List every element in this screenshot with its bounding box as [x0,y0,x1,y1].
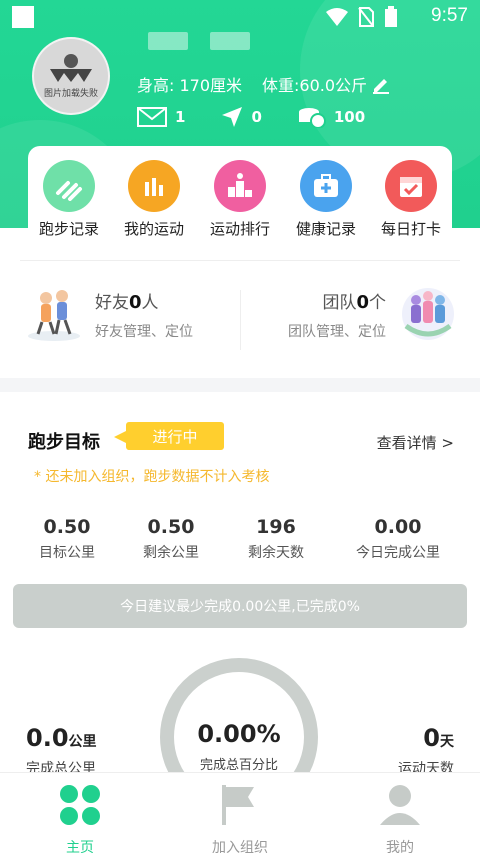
coins-count: 100 [333,108,366,126]
friends-illustration-icon [28,290,80,341]
bar-chart-icon [128,160,180,212]
podium-icon [214,160,266,212]
divider [20,260,460,261]
no-sim-icon [358,7,374,27]
bottom-tab-bar: 主页 加入组织 我的 [0,772,480,853]
running-icon [43,160,95,212]
wifi-icon [326,8,348,26]
tab-home[interactable]: 主页 [20,783,140,853]
friends-unit: 人 [141,293,159,313]
total-km-unit: 公里 [68,734,97,750]
metric-remaining-days: 196 剩余天数 [248,516,304,561]
messages-stat[interactable]: 1 [137,107,185,127]
user-icon [380,785,420,825]
tab-mine[interactable]: 我的 [340,783,460,853]
friends-entry[interactable]: 好友0人 好友管理、定位 [20,282,240,352]
goal-title: 跑步目标 [28,432,100,453]
team-illustration-icon [402,288,454,340]
team-subtitle: 团队管理、定位 [288,324,386,340]
location-arrow-icon [222,107,243,127]
coins-icon [298,108,326,128]
avatar-fallback-text: 图片加载失败 [43,89,98,99]
total-km: 0.0公里 完成总公里 [26,724,97,778]
messages-count: 1 [175,108,186,126]
notification-icon [12,6,34,28]
total-km-value: 0.0 [26,724,69,752]
feature-ranking[interactable]: 运动排行 [196,160,284,239]
status-badge: 进行中 [114,422,224,450]
weight-text: 体重:60.0公斤 [262,76,368,95]
organization-notice: * 还未加入组织，跑步数据不计入考核 [34,469,270,485]
body-info: 身高: 170厘米 体重:60.0公斤 [137,72,391,96]
tab-mine-label: 我的 [386,840,414,853]
feature-health-record[interactable]: 健康记录 [282,160,370,239]
height-text: 身高: 170厘米 [137,76,243,95]
team-count: 0 [356,292,369,313]
username-mask [148,32,188,50]
team-unit: 个 [369,293,386,313]
view-details-link[interactable]: 查看详情 > [377,432,454,453]
status-bar: 9:57 [0,0,480,34]
days-value: 0 [423,724,440,752]
feature-running-record[interactable]: 跑步记录 [25,160,113,239]
metric-target-km: 0.50 目标公里 [39,516,95,561]
days-unit: 天 [440,734,454,750]
tab-home-label: 主页 [66,840,94,853]
username-mask-2 [210,32,250,50]
exercise-days: 0天 运动天数 [398,724,454,778]
feature-my-sports[interactable]: 我的运动 [110,160,198,239]
envelope-icon [137,107,167,127]
location-stat[interactable]: 0 [221,106,262,128]
friends-subtitle: 好友管理、定位 [95,324,193,340]
friends-label: 好友 [95,293,129,313]
calendar-check-icon [385,160,437,212]
tab-join-label: 加入组织 [212,840,268,853]
percent-value: 0.00% [197,720,281,748]
coins-stat[interactable]: 100 [298,106,365,128]
medical-kit-icon [300,160,352,212]
daily-suggestion-banner: 今日建议最少完成0.00公里,已完成0% [13,584,467,628]
battery-icon [385,6,397,27]
status-time: 9:57 [431,5,468,26]
profile-stats: 1 0 100 [137,106,401,128]
metric-remaining-km: 0.50 剩余公里 [143,516,199,561]
team-entry[interactable]: 团队0个 团队管理、定位 [240,282,460,352]
location-count: 0 [251,108,262,126]
flag-icon [222,785,254,825]
edit-pencil-icon[interactable] [371,74,391,94]
percent-label: 完成总百分比 [199,758,278,773]
team-label: 团队 [322,293,357,313]
home-grid-icon [60,785,100,825]
avatar[interactable]: 图片加载失败 [32,37,110,115]
tab-join-organization[interactable]: 加入组织 [180,783,300,853]
image-failed-icon [50,54,92,82]
feature-daily-checkin[interactable]: 每日打卡 [367,160,455,239]
friends-count: 0 [129,292,142,313]
metric-today-km: 0.00 今日完成公里 [356,516,440,561]
